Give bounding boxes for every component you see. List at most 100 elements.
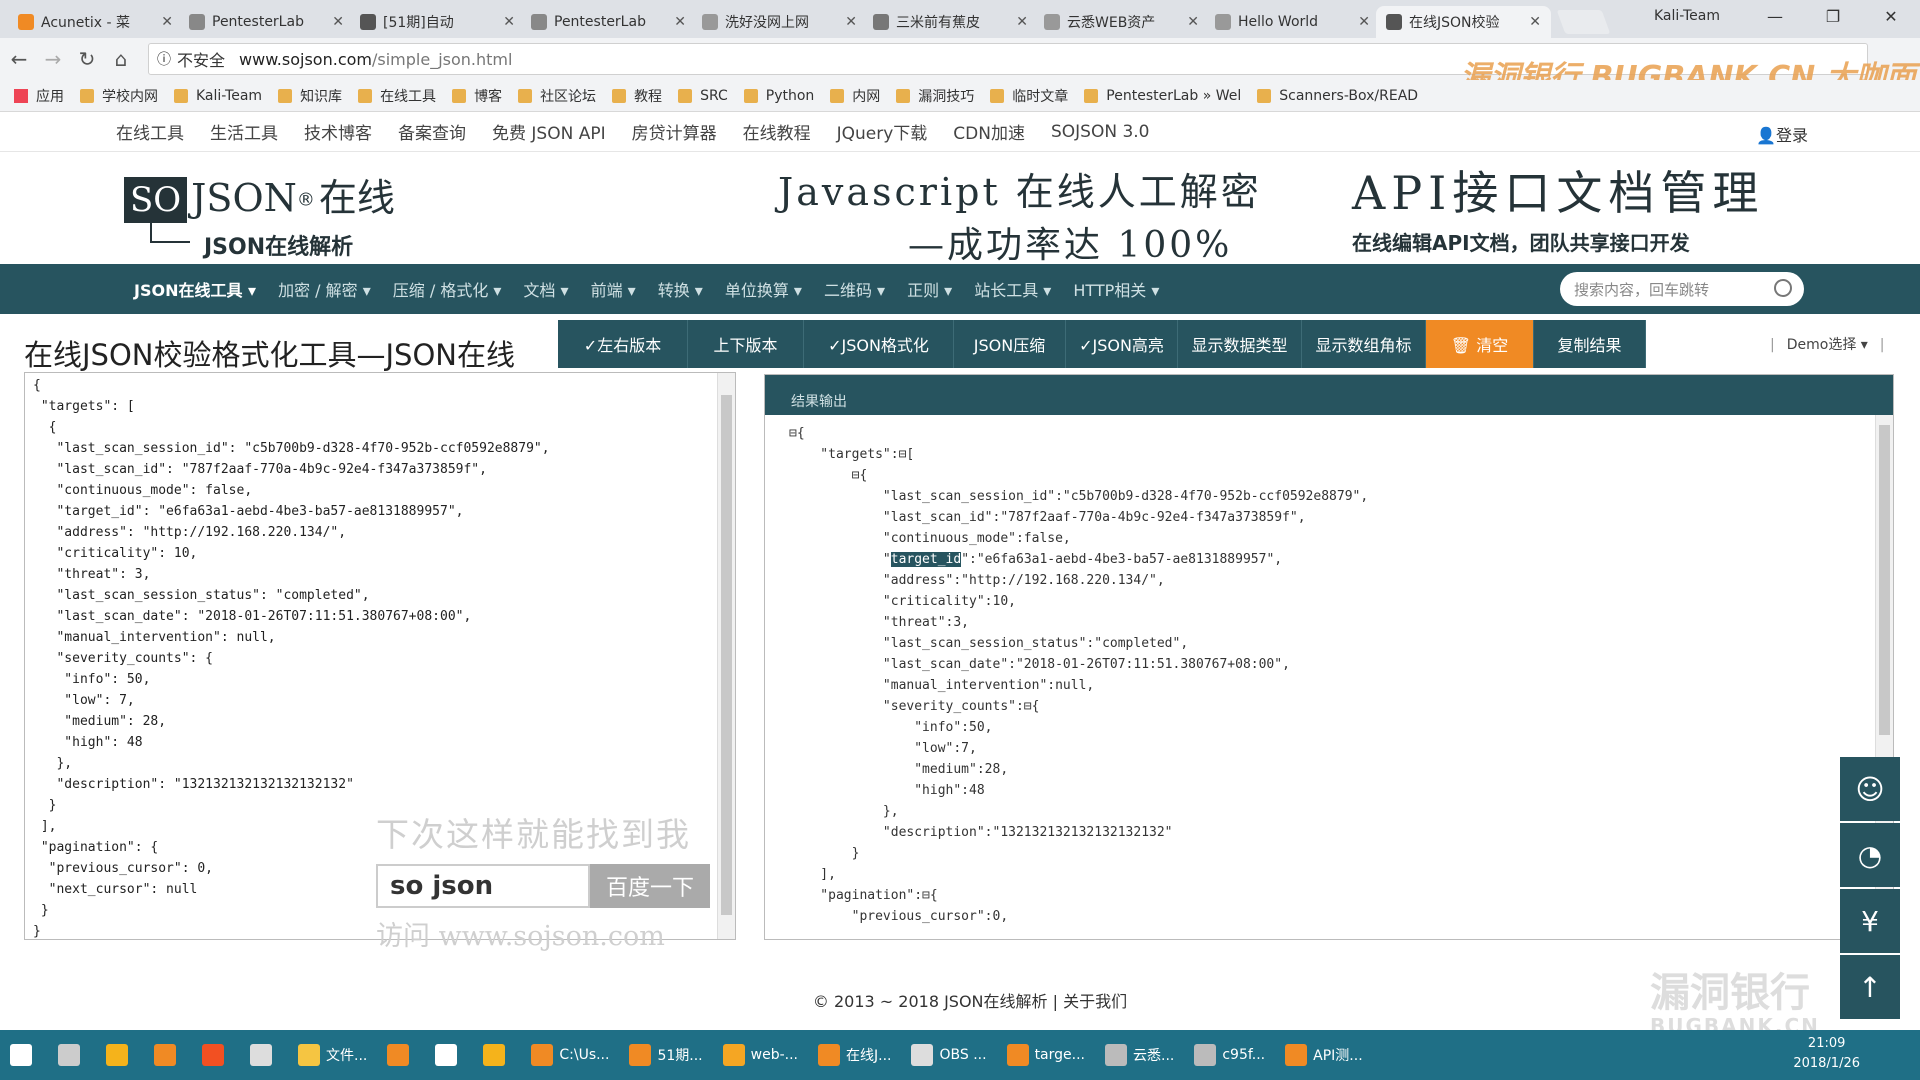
info-icon[interactable]: ⓘ <box>157 49 171 69</box>
side-float-button[interactable]: ◔ <box>1840 823 1900 887</box>
mainnav-menu[interactable]: HTTP相关 ▾ <box>1073 277 1159 301</box>
tab-close-icon[interactable]: ✕ <box>161 14 173 30</box>
topnav-link[interactable]: 生活工具 <box>210 119 278 144</box>
topnav-link[interactable]: 在线教程 <box>743 119 811 144</box>
mainnav-menu[interactable]: 站长工具 ▾ <box>974 277 1051 301</box>
bookmark-item[interactable]: 应用 <box>14 86 64 106</box>
taskbar-item[interactable]: C:\Us... <box>521 1030 619 1080</box>
browser-tab[interactable]: 洗好没网上网 ✕ <box>692 6 867 38</box>
taskbar-item[interactable] <box>96 1030 144 1080</box>
result-output[interactable]: ⊟{ "targets":⊟[ ⊟{ "last_scan_session_id… <box>765 415 1893 927</box>
bookmark-item[interactable]: 教程 <box>612 86 662 106</box>
topnav-link[interactable]: 房贷计算器 <box>632 119 717 144</box>
new-tab-button[interactable] <box>1556 10 1611 34</box>
topnav-link[interactable]: JQuery下载 <box>837 119 928 144</box>
back-icon[interactable]: ← <box>4 47 34 71</box>
taskbar-item[interactable]: 文件... <box>288 1030 377 1080</box>
taskbar-item[interactable] <box>473 1030 521 1080</box>
toolbar-button[interactable]: 复制结果 <box>1534 320 1646 368</box>
side-float-button[interactable]: ☺ <box>1840 757 1900 821</box>
bookmark-item[interactable]: 在线工具 <box>358 86 436 106</box>
clock[interactable]: 21:09 2018/1/26 <box>1793 1034 1860 1074</box>
browser-tab[interactable]: Hello World ✕ <box>1205 6 1380 38</box>
tab-close-icon[interactable]: ✕ <box>1358 14 1370 30</box>
tab-close-icon[interactable]: ✕ <box>674 14 686 30</box>
bookmark-item[interactable]: 社区论坛 <box>518 86 596 106</box>
scroll-thumb[interactable] <box>721 395 732 915</box>
topnav-link[interactable]: 免费 JSON API <box>492 119 606 144</box>
toolbar-button[interactable]: 显示数组角标 <box>1302 320 1426 368</box>
mainnav-menu[interactable]: 单位换算 ▾ <box>725 277 802 301</box>
login-link[interactable]: 👤登录 <box>1756 122 1808 146</box>
home-icon[interactable]: ⌂ <box>106 47 136 71</box>
taskbar-item[interactable]: targe... <box>997 1030 1095 1080</box>
taskbar-item[interactable] <box>425 1030 473 1080</box>
bookmark-item[interactable]: Python <box>743 88 814 104</box>
browser-tab[interactable]: [51期]自动 ✕ <box>350 6 525 38</box>
tab-close-icon[interactable]: ✕ <box>845 14 857 30</box>
ad-api-docs[interactable]: API接口文档管理 在线编辑API文档，团队共享接口开发 <box>1352 157 1764 256</box>
bookmark-item[interactable]: 知识库 <box>278 86 342 106</box>
topnav-link[interactable]: 在线工具 <box>116 119 184 144</box>
reload-icon[interactable]: ↻ <box>72 47 102 71</box>
minimize-icon[interactable]: — <box>1746 0 1804 32</box>
mainnav-menu[interactable]: 二维码 ▾ <box>824 277 885 301</box>
browser-tab[interactable]: 三米前有蕉皮 ✕ <box>863 6 1038 38</box>
bookmark-item[interactable]: 漏洞技巧 <box>896 86 974 106</box>
taskbar-item[interactable] <box>192 1030 240 1080</box>
topnav-link[interactable]: 备案查询 <box>398 119 466 144</box>
taskbar-item[interactable] <box>377 1030 425 1080</box>
taskbar-item[interactable] <box>0 1030 48 1080</box>
bookmark-item[interactable]: 内网 <box>830 86 880 106</box>
toolbar-button[interactable]: JSON压缩 <box>954 320 1066 368</box>
browser-tab[interactable]: 在线JSON校验 ✕ <box>1376 6 1551 38</box>
site-search-input[interactable]: 搜索内容，回车跳转 <box>1560 272 1804 306</box>
toolbar-button[interactable]: 上下版本 <box>688 320 804 368</box>
toolbar-button[interactable]: ✓JSON高亮 <box>1066 320 1178 368</box>
bookmark-item[interactable]: Kali-Team <box>174 88 262 104</box>
toolbar-button[interactable]: ✓左右版本 <box>558 320 688 368</box>
browser-tab[interactable]: PentesterLab ✕ <box>179 6 354 38</box>
taskbar-item[interactable]: c95f... <box>1184 1030 1275 1080</box>
bookmark-item[interactable]: 博客 <box>452 86 502 106</box>
search-icon[interactable] <box>1774 279 1792 297</box>
mainnav-menu[interactable]: 文档 ▾ <box>523 277 568 301</box>
toolbar-button[interactable]: ✓JSON格式化 <box>804 320 954 368</box>
mainnav-menu[interactable]: 转换 ▾ <box>658 277 703 301</box>
mainnav-menu[interactable]: JSON在线工具 ▾ <box>134 277 256 301</box>
toolbar-button[interactable]: 🗑 清空 <box>1426 320 1534 368</box>
scroll-thumb[interactable] <box>1879 425 1890 735</box>
maximize-icon[interactable]: ❐ <box>1804 0 1862 32</box>
site-logo[interactable]: SO JSON® 在线 JSON在线解析 <box>124 167 395 260</box>
taskbar-item[interactable]: 云悉... <box>1095 1030 1184 1080</box>
bookmark-item[interactable]: PentesterLab » Wel <box>1084 88 1241 104</box>
browser-tab[interactable]: PentesterLab ✕ <box>521 6 696 38</box>
taskbar-item[interactable]: 51期... <box>619 1030 712 1080</box>
taskbar-item[interactable] <box>240 1030 288 1080</box>
bookmark-item[interactable]: SRC <box>678 88 728 104</box>
taskbar-item[interactable]: API测... <box>1275 1030 1373 1080</box>
bookmark-item[interactable]: 临时文章 <box>990 86 1068 106</box>
demo-select[interactable]: | Demo选择 ▾ | <box>1770 334 1885 354</box>
tab-close-icon[interactable]: ✕ <box>503 14 515 30</box>
browser-tab[interactable]: Acunetix - 菜 ✕ <box>8 6 183 38</box>
mainnav-menu[interactable]: 加密 / 解密 ▾ <box>278 277 371 301</box>
taskbar-item[interactable] <box>48 1030 96 1080</box>
taskbar-item[interactable]: web-... <box>713 1030 808 1080</box>
topnav-link[interactable]: 技术博客 <box>304 119 372 144</box>
editor-scrollbar[interactable] <box>717 373 735 939</box>
bookmark-item[interactable]: Scanners-Box/READ <box>1257 88 1418 104</box>
tab-close-icon[interactable]: ✕ <box>1187 14 1199 30</box>
tab-close-icon[interactable]: ✕ <box>1529 14 1541 30</box>
mainnav-menu[interactable]: 压缩 / 格式化 ▾ <box>393 277 502 301</box>
mainnav-menu[interactable]: 正则 ▾ <box>907 277 952 301</box>
taskbar-item[interactable]: OBS ... <box>901 1030 996 1080</box>
toolbar-button[interactable]: 显示数据类型 <box>1178 320 1302 368</box>
mainnav-menu[interactable]: 前端 ▾ <box>591 277 636 301</box>
tab-close-icon[interactable]: ✕ <box>332 14 344 30</box>
browser-tab[interactable]: 云悉WEB资产 ✕ <box>1034 6 1209 38</box>
bookmark-item[interactable]: 学校内网 <box>80 86 158 106</box>
forward-icon[interactable]: → <box>38 47 68 71</box>
topnav-link[interactable]: CDN加速 <box>953 119 1025 144</box>
ad-decrypt[interactable]: Javascript 在线人工解密 —成功率达 100% <box>778 161 1262 268</box>
